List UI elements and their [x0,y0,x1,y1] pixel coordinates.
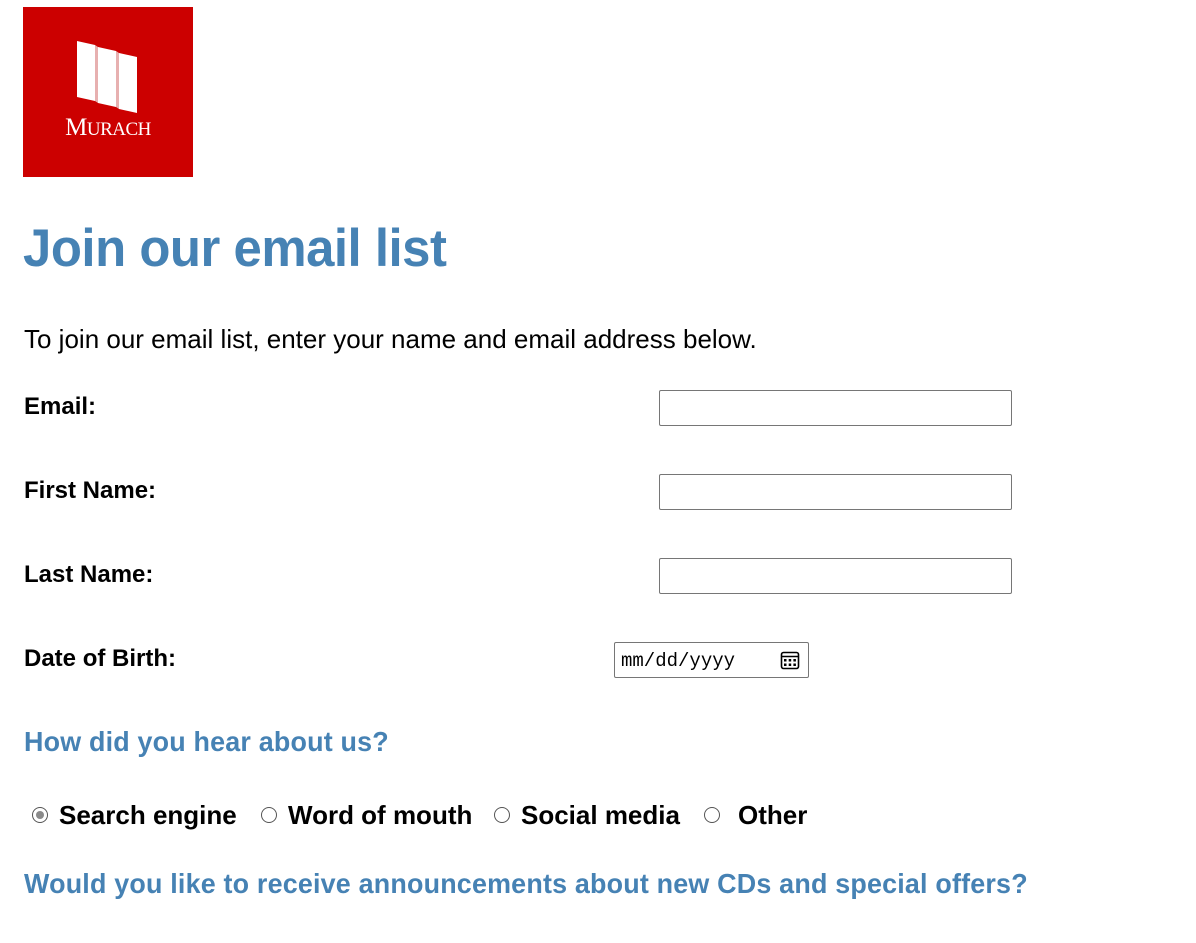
logo-wordmark: MURACH [23,114,193,142]
calendar-icon[interactable] [780,650,800,670]
email-label: Email: [24,393,97,420]
heard-heading: How did you hear about us? [24,726,389,757]
radio-label[interactable]: Word of mouth [288,799,472,831]
radio-button-checked[interactable] [32,807,48,823]
page-title: Join our email list [23,219,447,278]
first-name-label: First Name: [24,477,157,504]
murach-logo: MURACH [23,7,193,177]
radio-button[interactable] [494,807,510,823]
date-of-birth-label: Date of Birth: [24,645,176,672]
date-of-birth-input[interactable]: mm/dd/yyyy [614,642,809,678]
last-name-label: Last Name: [24,561,154,588]
radio-label[interactable]: Social media [521,799,680,831]
logo-letters-small: URACH [86,119,152,140]
heard-radio-group: Search engine Word of mouth Social media… [32,799,852,831]
date-placeholder: mm/dd/yyyy [621,650,736,672]
announcements-heading: Would you like to receive announcements … [24,868,1028,899]
last-name-input[interactable] [659,558,1012,594]
logo-letter-big: M [65,114,87,141]
radio-button[interactable] [261,807,277,823]
radio-label[interactable]: Other [738,799,807,831]
logo-book-mark [77,41,137,113]
first-name-input[interactable] [659,474,1012,510]
radio-button[interactable] [704,807,720,823]
radio-label[interactable]: Search engine [59,799,237,831]
intro-text: To join our email list, enter your name … [24,324,757,354]
email-input[interactable] [659,390,1012,426]
